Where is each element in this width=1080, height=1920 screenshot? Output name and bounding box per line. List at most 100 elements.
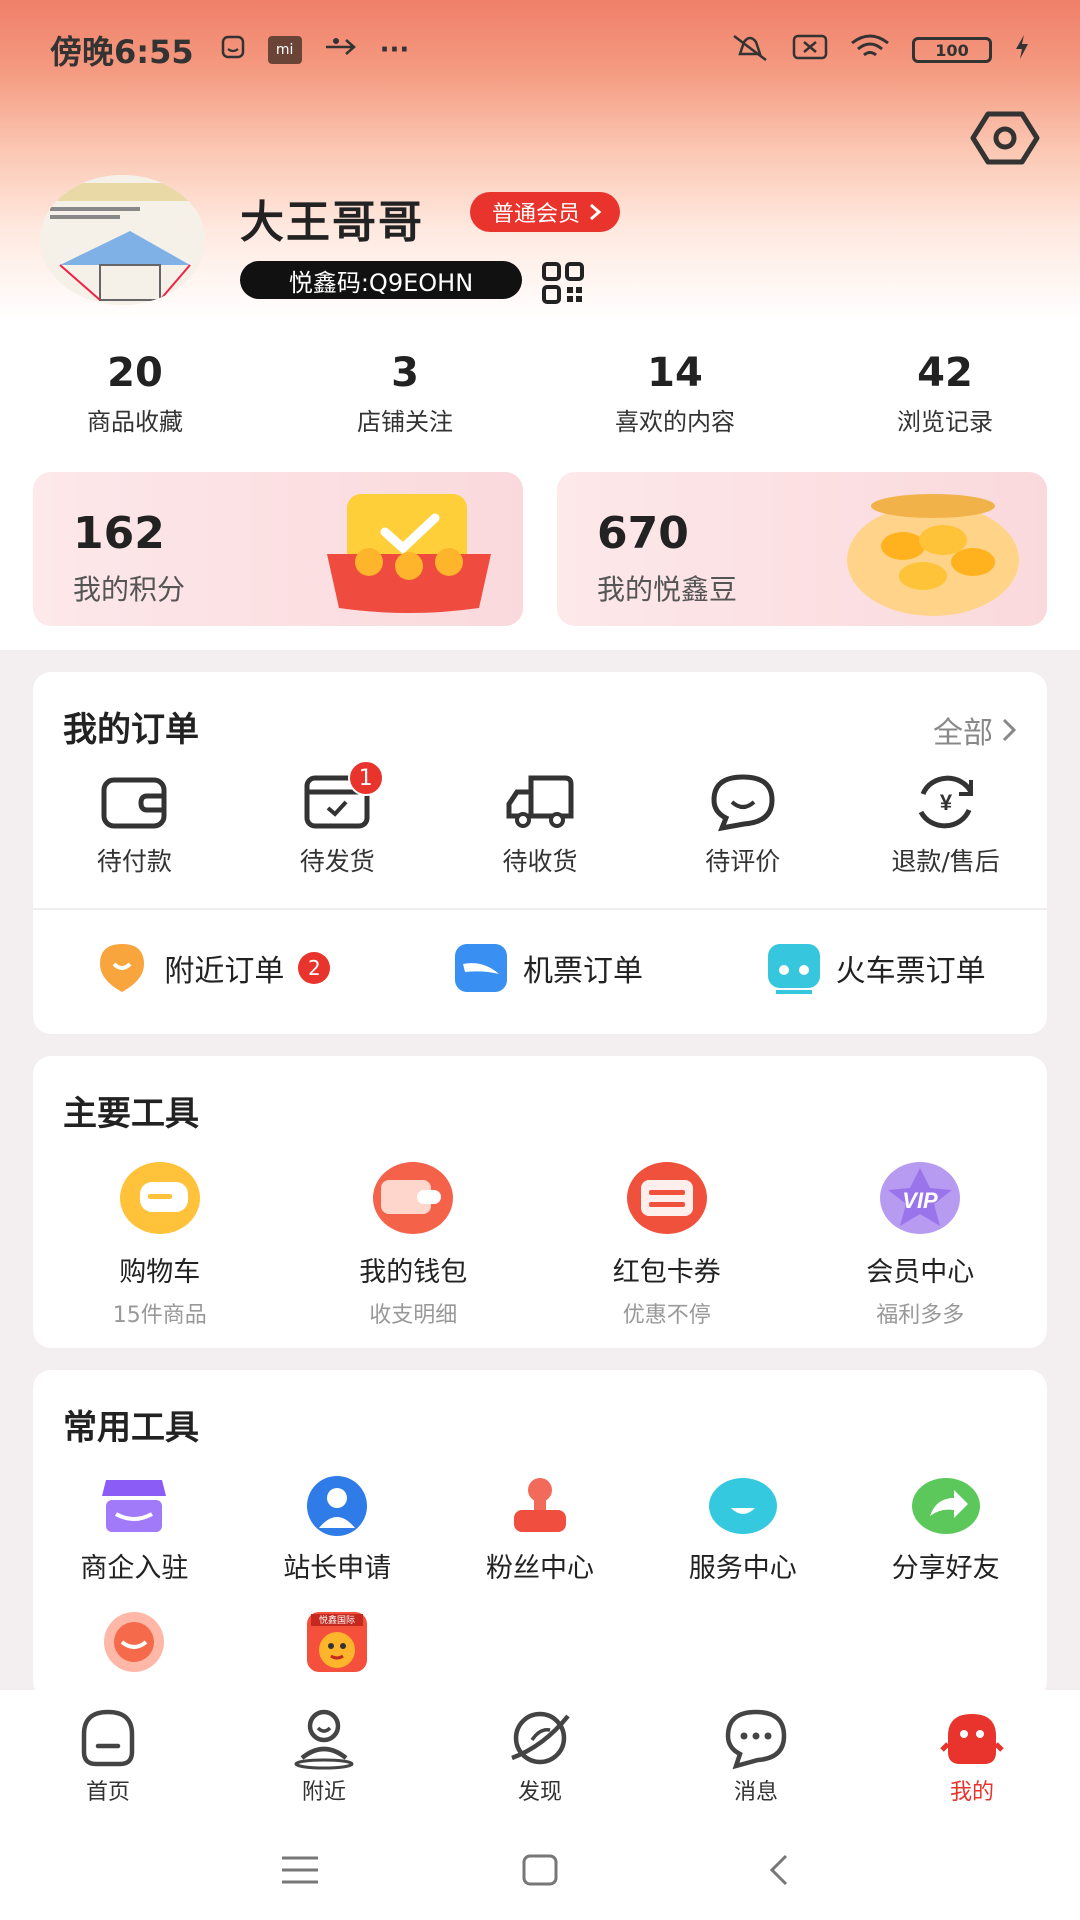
username: 大王哥哥 — [240, 197, 424, 248]
order-pending-review[interactable]: 待评价 — [641, 772, 844, 878]
main-tools-title: 主要工具 — [63, 1094, 199, 1134]
mute-icon — [730, 32, 770, 69]
tool-label: 会员中心 — [866, 1257, 975, 1288]
qr-code-icon[interactable] — [542, 262, 584, 304]
tool-share-friends[interactable]: 分享好友 — [844, 1474, 1047, 1585]
train-icon — [767, 944, 820, 994]
usb-icon — [324, 35, 358, 65]
points-box-icon — [327, 494, 491, 613]
bottom-nav: 首页 附近 发现 消息 我的 — [0, 1690, 1080, 1820]
nav-home[interactable]: 首页 — [0, 1706, 216, 1820]
cart-icon — [119, 1162, 200, 1234]
nav-discover[interactable]: 发现 — [432, 1706, 648, 1820]
mi-app-icon: mi — [267, 36, 302, 64]
nav-mine[interactable]: 我的 — [864, 1706, 1080, 1820]
menu-icon[interactable] — [278, 1850, 322, 1890]
tool-sub: 福利多多 — [876, 1303, 965, 1328]
svg-text:VIP: VIP — [903, 1188, 939, 1213]
stat-favorites[interactable]: 20 商品收藏 — [0, 350, 270, 437]
message-icon — [725, 1709, 787, 1770]
truck-icon — [506, 775, 574, 828]
tool-cart[interactable]: 购物车 15件商品 — [33, 1158, 287, 1329]
svg-text:¥: ¥ — [939, 790, 952, 815]
tool-service-center[interactable]: 服务中心 — [641, 1474, 844, 1585]
common-label: 分享好友 — [891, 1553, 1000, 1584]
tool-wallet[interactable]: 我的钱包 收支明细 — [287, 1158, 541, 1329]
quick-label: 火车票订单 — [835, 954, 986, 989]
beans-value: 670 — [597, 508, 689, 559]
settings-button[interactable] — [970, 110, 1040, 166]
discover-icon — [511, 1711, 570, 1765]
plane-icon — [454, 944, 507, 992]
common-label: 粉丝中心 — [485, 1553, 594, 1584]
nearby-orders-badge: 2 — [298, 952, 331, 984]
common-label: 站长申请 — [283, 1553, 392, 1584]
refund-icon: ¥ — [918, 775, 973, 829]
tool-merchant-join[interactable]: 商企入驻 — [33, 1474, 236, 1585]
location-icon — [100, 944, 145, 992]
nav-label: 发现 — [517, 1780, 562, 1805]
stat-value: 42 — [917, 350, 973, 396]
member-badge-label: 普通会员 — [492, 202, 581, 227]
order-badge: 1 — [347, 760, 384, 796]
vip-icon: VIP — [880, 1162, 961, 1234]
nav-nearby[interactable]: 附近 — [216, 1706, 432, 1820]
order-pending-payment[interactable]: 待付款 — [33, 772, 236, 878]
home-square-icon[interactable] — [518, 1850, 562, 1890]
order-refund[interactable]: ¥ 退款/售后 — [844, 772, 1047, 878]
back-icon[interactable] — [758, 1850, 802, 1890]
person-icon — [307, 1476, 368, 1536]
service-icon — [708, 1478, 777, 1534]
orders-all-label: 全部 — [933, 716, 993, 751]
order-label: 退款/售后 — [891, 847, 1000, 876]
flight-orders-link[interactable]: 机票订单 — [453, 940, 643, 996]
stat-value: 20 — [107, 350, 163, 396]
points-label: 我的积分 — [73, 573, 186, 606]
beans-card[interactable]: 670 我的悦鑫豆 — [557, 472, 1047, 626]
tool-company-intro[interactable]: 悦鑫国际 — [236, 1610, 439, 1674]
train-orders-link[interactable]: 火车票订单 — [766, 940, 986, 996]
order-pending-shipment[interactable]: 1 待发货 — [236, 760, 439, 878]
common-label: 商企入驻 — [80, 1553, 189, 1584]
orders-title: 我的订单 — [63, 710, 199, 750]
tiger-logo-icon: 悦鑫国际 — [307, 1612, 368, 1672]
headset-icon — [104, 1612, 165, 1672]
nearby-icon — [294, 1709, 354, 1770]
tool-coupons[interactable]: 红包卡券 优惠不停 — [540, 1158, 794, 1329]
mine-icon — [940, 1714, 1004, 1764]
status-bar: 傍晚6:55 mi ··· 100 — [0, 0, 1080, 100]
tool-sub: 优惠不停 — [622, 1303, 711, 1328]
nav-label: 我的 — [949, 1780, 994, 1805]
quick-label: 机票订单 — [522, 954, 643, 989]
common-tools-card: 常用工具 商企入驻 站长申请 粉丝中心 服务中心 分享好友 悦鑫国际 — [33, 1370, 1047, 1700]
points-value: 162 — [73, 508, 165, 559]
stat-label: 商品收藏 — [87, 408, 183, 436]
avatar[interactable] — [40, 175, 205, 305]
wifi-icon — [850, 33, 890, 68]
nearby-orders-link[interactable]: 附近订单 2 — [94, 940, 331, 996]
svg-text:悦鑫国际: 悦鑫国际 — [319, 1614, 355, 1625]
share-icon — [911, 1478, 980, 1534]
stat-history[interactable]: 42 浏览记录 — [810, 350, 1080, 437]
member-badge[interactable]: 普通会员 — [470, 192, 621, 232]
tool-vip-center[interactable]: VIP 会员中心 福利多多 — [794, 1158, 1048, 1329]
points-card[interactable]: 162 我的积分 — [33, 472, 523, 626]
charging-icon — [1014, 34, 1030, 67]
nav-label: 附近 — [301, 1780, 346, 1805]
order-pending-receipt[interactable]: 待收货 — [439, 772, 642, 878]
tool-customer-service[interactable] — [33, 1610, 236, 1674]
nav-messages[interactable]: 消息 — [648, 1706, 864, 1820]
home-icon — [81, 1709, 135, 1767]
battery-indicator: 100 — [912, 37, 992, 63]
orders-all-link[interactable]: 全部 — [933, 708, 1017, 752]
stat-label: 浏览记录 — [897, 408, 993, 436]
stat-liked-content[interactable]: 14 喜欢的内容 — [540, 350, 810, 437]
stat-label: 店铺关注 — [357, 408, 453, 436]
tool-fan-center[interactable]: 粉丝中心 — [439, 1474, 642, 1585]
member-code[interactable]: 悦鑫码:Q9EOHN — [240, 261, 522, 299]
tool-sub: 15件商品 — [112, 1303, 207, 1328]
stat-store-follows[interactable]: 3 店铺关注 — [270, 350, 540, 437]
nav-label: 首页 — [85, 1780, 130, 1805]
tool-stationmaster-apply[interactable]: 站长申请 — [236, 1474, 439, 1585]
comment-icon — [711, 774, 775, 832]
